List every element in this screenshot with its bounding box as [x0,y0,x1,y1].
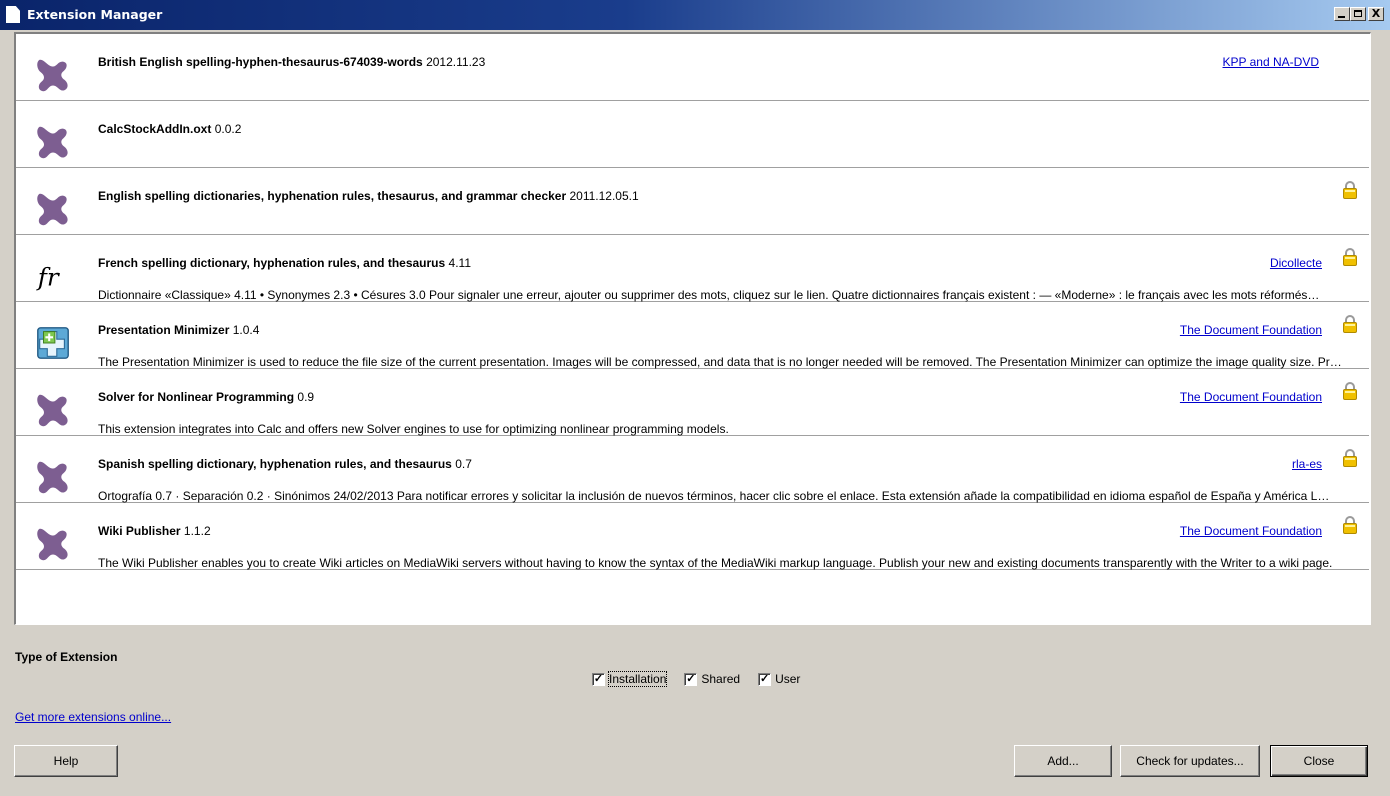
publisher-link[interactable]: KPP and NA-DVD [1223,55,1320,69]
extension-version: 1.0.4 [232,323,260,337]
close-button[interactable]: Close [1270,745,1368,777]
puzzle-icon [34,190,72,228]
puzzle-icon [34,391,72,429]
publisher-link[interactable]: Dicollecte [1270,256,1322,270]
extension-row[interactable]: Presentation Minimizer 1.0.4 The Presenta… [16,302,1369,369]
extension-row[interactable]: Solver for Nonlinear Programming 0.9 This… [16,369,1369,436]
puzzle-icon [34,525,72,563]
user-label[interactable]: User [775,672,800,686]
extension-version: 2012.11.23 [426,55,486,69]
minimize-icon [1338,16,1345,18]
svg-text:fr: fr [36,263,61,292]
extension-version: 4.11 [448,256,471,270]
maximize-button[interactable] [1350,7,1366,21]
extension-description: Dictionnaire «Classique» 4.11 • Synonyme… [98,288,1320,302]
extension-header: British English spelling-hyphen-thesauru… [98,55,485,69]
installation-checkbox[interactable]: ✓ Installation [592,671,668,687]
puzzle-icon [34,458,72,496]
extension-header: French spelling dictionary, hyphenation … [98,256,471,270]
extension-row[interactable]: Spanish spelling dictionary, hyphenation… [16,436,1369,503]
lock-icon [1342,247,1358,267]
lock-icon [1342,180,1358,200]
maximize-icon [1354,10,1362,17]
puzzle-icon [34,123,72,161]
extension-name: CalcStockAddIn.oxt [98,122,212,136]
extension-header: Spanish spelling dictionary, hyphenation… [98,457,472,471]
extension-description: Ortografía 0.7 · Separación 0.2 · Sinóni… [98,489,1330,503]
publisher-link[interactable]: The Document Foundation [1180,524,1322,538]
type-of-extension-label: Type of Extension [15,650,118,664]
installation-label[interactable]: Installation [607,671,668,687]
extension-description: The Presentation Minimizer is used to re… [98,355,1342,369]
extension-list[interactable]: British English spelling-hyphen-thesauru… [14,32,1371,625]
document-icon [6,6,20,23]
extension-type-filters: ✓ Installation ✓ Shared ✓ User [592,671,818,687]
window-controls: X [1334,7,1384,21]
extension-header: CalcStockAddIn.oxt 0.0.2 [98,122,241,136]
installation-checkbox-box[interactable]: ✓ [592,672,605,686]
window-title: Extension Manager [27,7,163,22]
check-for-updates-button[interactable]: Check for updates... [1120,745,1260,777]
close-window-button[interactable]: X [1368,7,1384,21]
lock-icon [1342,314,1358,334]
extension-header: Wiki Publisher 1.1.2 [98,524,211,538]
extension-version: 1.1.2 [183,524,211,538]
shared-label[interactable]: Shared [701,672,740,686]
extension-version: 2011.12.05.1 [569,189,639,203]
extension-name: English spelling dictionaries, hyphenati… [98,189,567,203]
add-button[interactable]: Add... [1014,745,1112,777]
extension-header: English spelling dictionaries, hyphenati… [98,189,639,203]
extension-version: 0.9 [297,390,315,404]
publisher-link[interactable]: The Document Foundation [1180,323,1322,337]
shared-checkbox[interactable]: ✓ Shared [684,672,740,686]
extension-row[interactable]: English spelling dictionaries, hyphenati… [16,168,1369,235]
minimize-button[interactable] [1334,7,1350,21]
shared-checkbox-box[interactable]: ✓ [684,672,698,686]
extension-name: Spanish spelling dictionary, hyphenation… [98,457,452,471]
extension-name: Presentation Minimizer [98,323,230,337]
extension-version: 0.7 [455,457,472,471]
extension-header: Presentation Minimizer 1.0.4 [98,323,259,337]
extension-row[interactable]: British English spelling-hyphen-thesauru… [16,34,1369,101]
get-more-extensions-link[interactable]: Get more extensions online... [15,710,171,724]
lock-icon [1342,515,1358,535]
extension-description: This extension integrates into Calc and … [98,422,729,436]
lock-icon [1342,381,1358,401]
extension-row[interactable]: fr French spelling dictionary, hyphenati… [16,235,1369,302]
puzzle-add-icon [34,324,72,362]
fr-icon: fr [34,257,72,295]
publisher-link[interactable]: The Document Foundation [1180,390,1322,404]
extension-header: Solver for Nonlinear Programming 0.9 [98,390,314,404]
publisher-link[interactable]: rla-es [1292,457,1322,471]
extension-name: Solver for Nonlinear Programming [98,390,295,404]
user-checkbox[interactable]: ✓ User [758,672,800,686]
extension-name: Wiki Publisher [98,524,181,538]
extension-row[interactable]: CalcStockAddIn.oxt 0.0.2 [16,101,1369,168]
lock-icon [1342,448,1358,468]
extension-version: 0.0.2 [214,122,242,136]
extension-description: The Wiki Publisher enables you to create… [98,556,1333,570]
user-checkbox-box[interactable]: ✓ [758,672,772,686]
extension-row[interactable]: Wiki Publisher 1.1.2 The Wiki Publisher e… [16,503,1369,570]
puzzle-icon [34,56,72,94]
extension-name: French spelling dictionary, hyphenation … [98,256,446,270]
extension-name: British English spelling-hyphen-thesauru… [98,55,423,69]
title-bar[interactable]: Extension Manager X [0,0,1390,30]
help-button[interactable]: Help [14,745,118,777]
